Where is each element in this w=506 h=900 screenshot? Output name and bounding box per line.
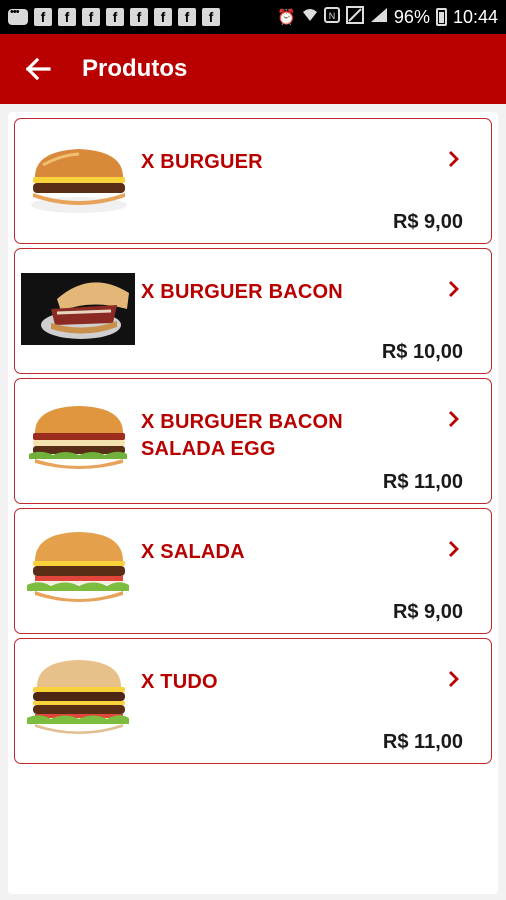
product-card[interactable]: X TUDO R$ 11,00 <box>14 638 492 764</box>
facebook-icon: f <box>106 8 124 26</box>
burger-image <box>27 660 129 734</box>
product-card[interactable]: X BURGUER BACON R$ 10,00 <box>14 248 492 374</box>
burger-image <box>29 406 127 469</box>
product-name: X BURGUER <box>141 151 263 173</box>
nfc-icon: N <box>323 7 340 27</box>
page-title: Produtos <box>82 55 188 82</box>
clock: 10:44 <box>452 6 498 27</box>
status-bar: f f f f f f f f ⏰ N 96% 10:44 <box>0 0 506 34</box>
product-name: X TUDO <box>141 671 218 693</box>
product-card[interactable]: X SALADA R$ 9,00 <box>14 508 492 634</box>
chevron-right-icon <box>449 281 459 297</box>
content-area: X BURGUER R$ 9,00 X BURGUER BACON R$ 10,… <box>0 104 506 900</box>
system-icons: ⏰ N 96% 10:44 <box>277 6 498 28</box>
product-price: R$ 9,00 <box>392 211 463 233</box>
product-list: X BURGUER R$ 9,00 X BURGUER BACON R$ 10,… <box>14 118 492 768</box>
burger-image <box>21 273 135 345</box>
battery-icon <box>435 8 447 26</box>
facebook-icon: f <box>202 8 220 26</box>
product-price: R$ 11,00 <box>382 731 463 753</box>
product-price: R$ 11,00 <box>382 471 463 493</box>
product-card[interactable]: X BURGUER R$ 9,00 <box>14 118 492 244</box>
product-price: R$ 10,00 <box>381 341 463 363</box>
product-name: X BURGUER BACON SALADA EGG <box>141 411 343 460</box>
screen-icon <box>345 6 364 28</box>
arrow-left-icon <box>25 57 51 81</box>
facebook-icon: f <box>178 8 196 26</box>
burger-image <box>31 149 127 213</box>
battery-percent: 96% <box>393 6 430 27</box>
alarm-icon: ⏰ <box>277 9 296 26</box>
product-name: X SALADA <box>141 541 245 563</box>
facebook-icon: f <box>34 8 52 26</box>
chevron-right-icon <box>449 151 459 167</box>
chevron-right-icon <box>449 671 459 687</box>
burger-image <box>27 532 129 602</box>
facebook-icon: f <box>82 8 100 26</box>
chevron-right-icon <box>449 411 459 427</box>
svg-text:N: N <box>329 11 336 21</box>
message-icon <box>8 6 28 25</box>
products-panel: X BURGUER R$ 9,00 X BURGUER BACON R$ 10,… <box>8 112 498 894</box>
wifi-icon <box>302 7 318 27</box>
product-card[interactable]: X BURGUER BACON SALADA EGG R$ 11,00 <box>14 378 492 504</box>
facebook-icon: f <box>130 8 148 26</box>
notification-icons: f f f f f f f f <box>8 6 220 26</box>
app-bar: Produtos <box>0 34 506 104</box>
back-button[interactable] <box>16 47 60 91</box>
chevron-right-icon <box>449 541 459 557</box>
product-price: R$ 9,00 <box>392 601 463 623</box>
signal-icon <box>370 7 388 27</box>
facebook-icon: f <box>58 8 76 26</box>
product-name: X BURGUER BACON <box>141 281 343 303</box>
facebook-icon: f <box>154 8 172 26</box>
